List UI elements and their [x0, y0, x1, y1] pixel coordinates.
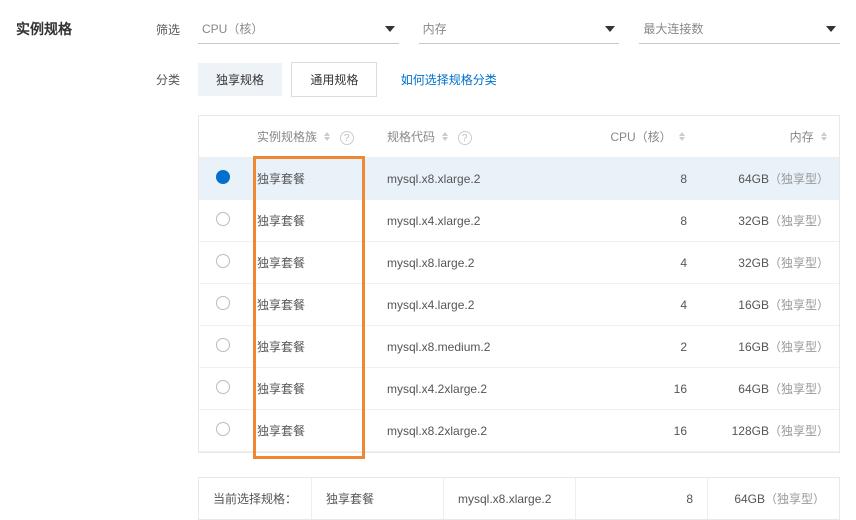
row-family: 独享套餐: [247, 410, 377, 452]
sort-icon: [821, 132, 829, 141]
row-memory: 32GB（独享型）: [697, 242, 839, 284]
row-code: mysql.x8.2xlarge.2: [377, 410, 587, 452]
table-row[interactable]: 独享套餐mysql.x4.xlarge.2832GB（独享型）: [199, 200, 839, 242]
row-cpu: 2: [587, 326, 697, 368]
column-memory[interactable]: 内存: [697, 116, 839, 158]
row-cpu: 8: [587, 158, 697, 200]
help-icon[interactable]: ?: [458, 131, 472, 145]
filter-maxconn-value: 最大连接数: [643, 20, 703, 37]
column-code[interactable]: 规格代码 ?: [377, 116, 587, 158]
row-radio[interactable]: [216, 338, 230, 352]
sort-icon: [679, 132, 687, 141]
row-family: 独享套餐: [247, 200, 377, 242]
chevron-down-icon: [605, 26, 615, 32]
row-family: 独享套餐: [247, 158, 377, 200]
table-row[interactable]: 独享套餐mysql.x4.large.2416GB（独享型）: [199, 284, 839, 326]
chevron-down-icon: [826, 26, 836, 32]
summary-family: 独享套餐: [312, 478, 444, 519]
row-cpu: 4: [587, 242, 697, 284]
row-radio[interactable]: [216, 254, 230, 268]
help-classify-link[interactable]: 如何选择规格分类: [401, 73, 497, 87]
row-memory: 64GB（独享型）: [697, 158, 839, 200]
row-cpu: 8: [587, 200, 697, 242]
classify-label: 分类: [156, 71, 198, 88]
tab-general-spec[interactable]: 通用规格: [291, 62, 377, 97]
filter-cpu-value: CPU（核）: [202, 20, 263, 37]
chevron-down-icon: [385, 26, 395, 32]
page-title: 实例规格: [16, 19, 156, 39]
spec-table-container: 实例规格族 ? 规格代码 ? CPU（核） 内存: [198, 115, 840, 453]
row-family: 独享套餐: [247, 242, 377, 284]
row-code: mysql.x8.medium.2: [377, 326, 587, 368]
row-radio[interactable]: [216, 296, 230, 310]
tab-exclusive-spec[interactable]: 独享规格: [198, 63, 282, 96]
row-memory: 16GB（独享型）: [697, 284, 839, 326]
filter-maxconn-select[interactable]: 最大连接数: [639, 14, 840, 44]
row-code: mysql.x8.xlarge.2: [377, 158, 587, 200]
filter-cpu-select[interactable]: CPU（核）: [198, 14, 399, 44]
row-radio[interactable]: [216, 380, 230, 394]
summary-memory: 64GB（独享型）: [708, 478, 839, 519]
column-cpu[interactable]: CPU（核）: [587, 116, 697, 158]
row-cpu: 16: [587, 410, 697, 452]
row-cpu: 16: [587, 368, 697, 410]
table-row[interactable]: 独享套餐mysql.x8.xlarge.2864GB（独享型）: [199, 158, 839, 200]
row-memory: 32GB（独享型）: [697, 200, 839, 242]
row-memory: 16GB（独享型）: [697, 326, 839, 368]
sort-icon: [442, 132, 450, 141]
filter-label: 筛选: [156, 21, 198, 38]
row-code: mysql.x4.xlarge.2: [377, 200, 587, 242]
row-code: mysql.x4.large.2: [377, 284, 587, 326]
spec-table: 实例规格族 ? 规格代码 ? CPU（核） 内存: [199, 116, 839, 452]
summary-cpu: 8: [576, 478, 708, 519]
table-row[interactable]: 独享套餐mysql.x4.2xlarge.21664GB（独享型）: [199, 368, 839, 410]
help-icon[interactable]: ?: [340, 131, 354, 145]
current-selection-summary: 当前选择规格： 独享套餐 mysql.x8.xlarge.2 8 64GB（独享…: [198, 477, 840, 520]
row-cpu: 4: [587, 284, 697, 326]
row-family: 独享套餐: [247, 284, 377, 326]
row-radio[interactable]: [216, 212, 230, 226]
table-row[interactable]: 独享套餐mysql.x8.large.2432GB（独享型）: [199, 242, 839, 284]
row-memory: 64GB（独享型）: [697, 368, 839, 410]
sort-icon: [324, 132, 332, 141]
row-family: 独享套餐: [247, 326, 377, 368]
row-radio[interactable]: [216, 422, 230, 436]
summary-label: 当前选择规格：: [199, 478, 312, 519]
filter-memory-value: 内存: [423, 20, 447, 37]
table-row[interactable]: 独享套餐mysql.x8.medium.2216GB（独享型）: [199, 326, 839, 368]
column-family[interactable]: 实例规格族 ?: [247, 116, 377, 158]
row-code: mysql.x8.large.2: [377, 242, 587, 284]
row-memory: 128GB（独享型）: [697, 410, 839, 452]
filter-memory-select[interactable]: 内存: [419, 14, 620, 44]
row-radio[interactable]: [216, 170, 230, 184]
row-family: 独享套餐: [247, 368, 377, 410]
row-code: mysql.x4.2xlarge.2: [377, 368, 587, 410]
summary-code: mysql.x8.xlarge.2: [444, 478, 576, 519]
table-row[interactable]: 独享套餐mysql.x8.2xlarge.216128GB（独享型）: [199, 410, 839, 452]
